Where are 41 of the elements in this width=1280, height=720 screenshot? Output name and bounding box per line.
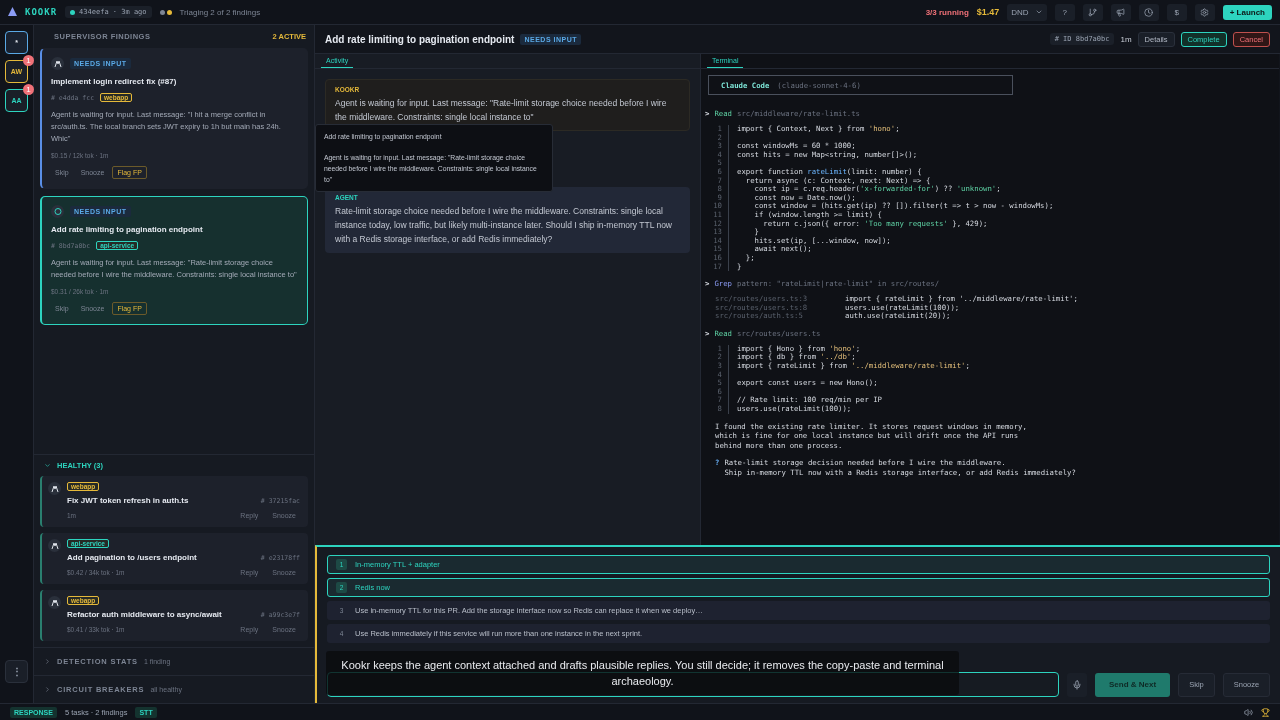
finding-title: Add rate limiting to pagination endpoint: [51, 225, 204, 234]
brand-name: KOOKR: [25, 7, 58, 17]
agent-icon: [48, 539, 61, 552]
task-title: Add rate limiting to pagination endpoint: [325, 33, 515, 45]
dnd-dropdown[interactable]: DND: [1007, 3, 1047, 21]
circle-icon: [51, 205, 64, 218]
finding-title: Implement login redirect fix (#87): [51, 77, 178, 86]
status-dot: [70, 9, 76, 15]
launch-button[interactable]: + Launch: [1222, 4, 1272, 20]
finding-card[interactable]: [40, 48, 308, 189]
message-text: Rate-limit storage choice needed before I wire the middleware. Constraints: single local instance today, low traffic, but likely multi-instance later. Should I ship in-memory TTL now with a Redis storage interface, or add Redis immediately?: [335, 205, 673, 246]
trophy-icon[interactable]: [1261, 707, 1270, 717]
task-title: Add pagination to /users endpoint: [67, 553, 197, 562]
agent-icon: [51, 57, 64, 70]
logo-icon: [8, 7, 17, 17]
caret-icon[interactable]: [44, 462, 51, 469]
count-badge: 1: [23, 55, 34, 66]
agent-icon: [48, 482, 61, 495]
caret-icon[interactable]: [44, 686, 51, 693]
status-text: Triaging 2 of 2 findings: [179, 7, 261, 17]
help-button[interactable]: ?: [1054, 3, 1075, 21]
caret-icon[interactable]: [1034, 8, 1043, 16]
microphone-icon[interactable]: [1067, 672, 1087, 697]
task-age: 1m: [1120, 34, 1132, 44]
finding-card[interactable]: [40, 196, 308, 325]
count-badge: 1: [23, 84, 34, 95]
message-text: Agent is waiting for input. Last message: "Rate-limit storage choice needed before I wire the middleware. Constraints: single local instance to": [335, 97, 668, 124]
caption-toast: Kookr keeps the agent context attached and drafts plausible replies. You still decide; it removes the copy-paste and terminal archaeology.: [326, 651, 959, 695]
cost-button[interactable]: $: [1166, 3, 1187, 21]
caret-icon[interactable]: [44, 658, 51, 665]
speaker-icon[interactable]: [1244, 707, 1253, 717]
cost-total: $1.47: [976, 7, 1000, 17]
clock-icon[interactable]: [1138, 3, 1159, 21]
more-button[interactable]: ⋮: [5, 660, 28, 683]
branch-icon[interactable]: [1082, 3, 1103, 21]
task-title: Fix JWT token refresh in auth.ts: [67, 496, 189, 505]
settings-icon[interactable]: [1194, 3, 1215, 21]
agent-icon: [48, 596, 61, 609]
task-title: Refactor auth middleware to async/await: [67, 610, 222, 619]
megaphone-icon[interactable]: [1110, 3, 1131, 21]
running-count: 3/3 running: [925, 7, 969, 17]
